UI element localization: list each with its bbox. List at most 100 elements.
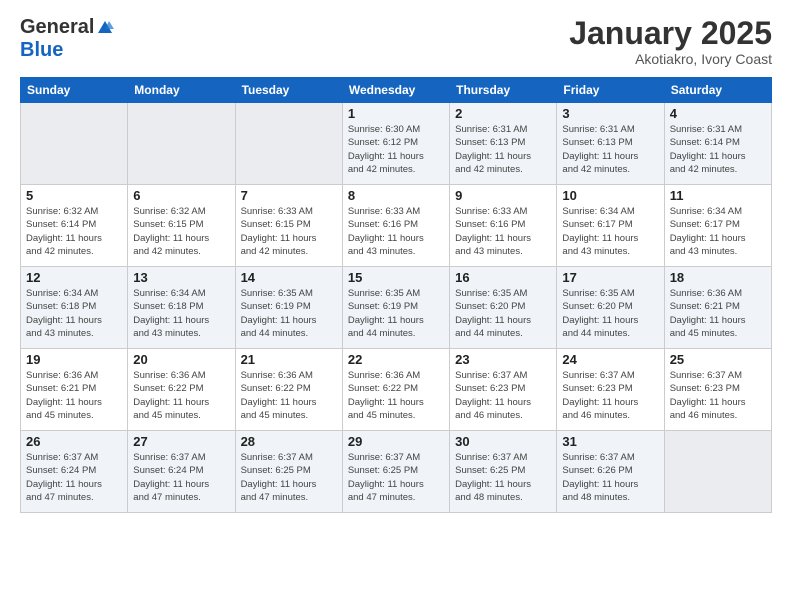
day-info: Sunrise: 6:34 AM Sunset: 6:17 PM Dayligh… (670, 205, 766, 258)
day-info: Sunrise: 6:37 AM Sunset: 6:24 PM Dayligh… (133, 451, 229, 504)
calendar-week-row: 19Sunrise: 6:36 AM Sunset: 6:21 PM Dayli… (21, 349, 772, 431)
table-row: 24 Sunrise: 6:37 AM Sunset: 6:23 PM Dayli… (557, 349, 664, 431)
day-info: Sunrise: 6:37 AM Sunset: 6:23 PM Dayligh… (455, 369, 551, 422)
table-row: 28Sunrise: 6:37 AM Sunset: 6:25 PM Dayli… (235, 431, 342, 513)
day-info: Sunrise: 6:37 AM Sunset: 6:23 PM Dayligh… (670, 369, 766, 422)
calendar-week-row: 1Sunrise: 6:30 AM Sunset: 6:12 PM Daylig… (21, 103, 772, 185)
day-number: 11 (670, 188, 766, 203)
calendar-header-row: Sunday Monday Tuesday Wednesday Thursday… (21, 78, 772, 103)
table-row: 8Sunrise: 6:33 AM Sunset: 6:16 PM Daylig… (342, 185, 449, 267)
day-info: Sunrise: 6:35 AM Sunset: 6:20 PM Dayligh… (562, 287, 658, 340)
day-number: 13 (133, 270, 229, 285)
day-info: Sunrise: 6:37 AM Sunset: 6:26 PM Dayligh… (562, 451, 658, 504)
day-info: Sunrise: 6:36 AM Sunset: 6:21 PM Dayligh… (26, 369, 122, 422)
day-number: 18 (670, 270, 766, 285)
table-row: 15 Sunrise: 6:35 AM Sunset: 6:19 PM Dayli… (342, 267, 449, 349)
day-number: 6 (133, 188, 229, 203)
table-row: 10 Sunrise: 6:34 AM Sunset: 6:17 PM Dayli… (557, 185, 664, 267)
calendar-week-row: 12 Sunrise: 6:34 AM Sunset: 6:18 PM Dayli… (21, 267, 772, 349)
day-number: 22 (348, 352, 444, 367)
col-wednesday: Wednesday (342, 78, 449, 103)
day-number: 1 (348, 106, 444, 121)
col-thursday: Thursday (450, 78, 557, 103)
day-info: Sunrise: 6:35 AM Sunset: 6:20 PM Dayligh… (455, 287, 551, 340)
day-info: Sunrise: 6:35 AM Sunset: 6:19 PM Dayligh… (348, 287, 444, 340)
table-row: 14Sunrise: 6:35 AM Sunset: 6:19 PM Dayli… (235, 267, 342, 349)
day-number: 5 (26, 188, 122, 203)
logo-blue-text: Blue (20, 39, 63, 61)
table-row: 5Sunrise: 6:32 AM Sunset: 6:14 PM Daylig… (21, 185, 128, 267)
table-row (235, 103, 342, 185)
table-row: 26 Sunrise: 6:37 AM Sunset: 6:24 PM Dayli… (21, 431, 128, 513)
table-row: 20Sunrise: 6:36 AM Sunset: 6:22 PM Dayli… (128, 349, 235, 431)
table-row: 9 Sunrise: 6:33 AM Sunset: 6:16 PM Daylig… (450, 185, 557, 267)
table-row: 4 Sunrise: 6:31 AM Sunset: 6:14 PM Daylig… (664, 103, 771, 185)
table-row: 30Sunrise: 6:37 AM Sunset: 6:25 PM Dayli… (450, 431, 557, 513)
day-info: Sunrise: 6:36 AM Sunset: 6:21 PM Dayligh… (670, 287, 766, 340)
day-info: Sunrise: 6:34 AM Sunset: 6:18 PM Dayligh… (26, 287, 122, 340)
day-number: 21 (241, 352, 337, 367)
day-info: Sunrise: 6:31 AM Sunset: 6:13 PM Dayligh… (455, 123, 551, 176)
col-tuesday: Tuesday (235, 78, 342, 103)
table-row: 18 Sunrise: 6:36 AM Sunset: 6:21 PM Dayli… (664, 267, 771, 349)
table-row (664, 431, 771, 513)
day-info: Sunrise: 6:34 AM Sunset: 6:18 PM Dayligh… (133, 287, 229, 340)
day-number: 14 (241, 270, 337, 285)
page: General Blue January 2025 Akotiakro, Ivo… (0, 0, 792, 612)
day-info: Sunrise: 6:37 AM Sunset: 6:25 PM Dayligh… (241, 451, 337, 504)
table-row: 12 Sunrise: 6:34 AM Sunset: 6:18 PM Dayli… (21, 267, 128, 349)
day-info: Sunrise: 6:36 AM Sunset: 6:22 PM Dayligh… (133, 369, 229, 422)
table-row: 3Sunrise: 6:31 AM Sunset: 6:13 PM Daylig… (557, 103, 664, 185)
table-row: 2 Sunrise: 6:31 AM Sunset: 6:13 PM Daylig… (450, 103, 557, 185)
logo-icon (96, 19, 114, 37)
day-info: Sunrise: 6:37 AM Sunset: 6:25 PM Dayligh… (348, 451, 444, 504)
table-row: 6 Sunrise: 6:32 AM Sunset: 6:15 PM Daylig… (128, 185, 235, 267)
day-number: 15 (348, 270, 444, 285)
day-number: 17 (562, 270, 658, 285)
table-row: 23 Sunrise: 6:37 AM Sunset: 6:23 PM Dayli… (450, 349, 557, 431)
day-number: 2 (455, 106, 551, 121)
table-row: 22 Sunrise: 6:36 AM Sunset: 6:22 PM Dayli… (342, 349, 449, 431)
table-row: 19Sunrise: 6:36 AM Sunset: 6:21 PM Dayli… (21, 349, 128, 431)
table-row: 11 Sunrise: 6:34 AM Sunset: 6:17 PM Dayli… (664, 185, 771, 267)
day-info: Sunrise: 6:34 AM Sunset: 6:17 PM Dayligh… (562, 205, 658, 258)
day-info: Sunrise: 6:33 AM Sunset: 6:15 PM Dayligh… (241, 205, 337, 258)
day-number: 8 (348, 188, 444, 203)
day-number: 25 (670, 352, 766, 367)
day-info: Sunrise: 6:32 AM Sunset: 6:15 PM Dayligh… (133, 205, 229, 258)
day-number: 12 (26, 270, 122, 285)
day-number: 30 (455, 434, 551, 449)
day-number: 16 (455, 270, 551, 285)
table-row: 21Sunrise: 6:36 AM Sunset: 6:22 PM Dayli… (235, 349, 342, 431)
day-number: 26 (26, 434, 122, 449)
day-number: 23 (455, 352, 551, 367)
table-row: 16 Sunrise: 6:35 AM Sunset: 6:20 PM Dayli… (450, 267, 557, 349)
day-info: Sunrise: 6:33 AM Sunset: 6:16 PM Dayligh… (455, 205, 551, 258)
table-row: 1Sunrise: 6:30 AM Sunset: 6:12 PM Daylig… (342, 103, 449, 185)
day-number: 7 (241, 188, 337, 203)
day-info: Sunrise: 6:31 AM Sunset: 6:14 PM Dayligh… (670, 123, 766, 176)
col-friday: Friday (557, 78, 664, 103)
title-block: January 2025 Akotiakro, Ivory Coast (569, 16, 772, 67)
day-number: 29 (348, 434, 444, 449)
table-row: 31 Sunrise: 6:37 AM Sunset: 6:26 PM Dayli… (557, 431, 664, 513)
day-number: 27 (133, 434, 229, 449)
table-row: 29 Sunrise: 6:37 AM Sunset: 6:25 PM Dayli… (342, 431, 449, 513)
day-info: Sunrise: 6:36 AM Sunset: 6:22 PM Dayligh… (348, 369, 444, 422)
table-row: 25 Sunrise: 6:37 AM Sunset: 6:23 PM Dayli… (664, 349, 771, 431)
table-row: 7 Sunrise: 6:33 AM Sunset: 6:15 PM Daylig… (235, 185, 342, 267)
logo-general-text: General (20, 16, 94, 39)
day-number: 10 (562, 188, 658, 203)
logo: General Blue (20, 16, 114, 62)
day-number: 3 (562, 106, 658, 121)
day-number: 24 (562, 352, 658, 367)
day-number: 9 (455, 188, 551, 203)
day-number: 4 (670, 106, 766, 121)
calendar-week-row: 5Sunrise: 6:32 AM Sunset: 6:14 PM Daylig… (21, 185, 772, 267)
calendar-week-row: 26 Sunrise: 6:37 AM Sunset: 6:24 PM Dayli… (21, 431, 772, 513)
day-info: Sunrise: 6:37 AM Sunset: 6:23 PM Dayligh… (562, 369, 658, 422)
month-title: January 2025 (569, 16, 772, 51)
day-number: 31 (562, 434, 658, 449)
subtitle: Akotiakro, Ivory Coast (569, 51, 772, 67)
day-info: Sunrise: 6:37 AM Sunset: 6:24 PM Dayligh… (26, 451, 122, 504)
